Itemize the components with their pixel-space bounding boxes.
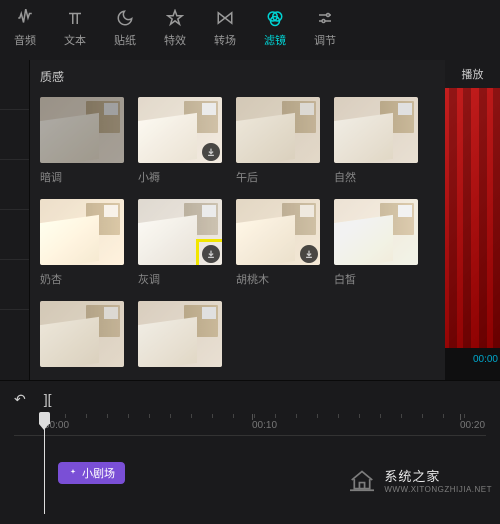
tab-stickers[interactable]: 贴纸 [100, 4, 150, 52]
filter-item [138, 301, 222, 373]
filter-item [40, 301, 124, 373]
clip-label: 小剧场 [82, 465, 115, 481]
filter-thumbnail[interactable] [40, 97, 124, 163]
filter-thumbnail[interactable] [40, 301, 124, 367]
main-area: 质感 暗调小褥午后自然奶杏灰调胡桃木白皙 播放 00:00 [0, 60, 500, 380]
filter-thumbnail[interactable] [334, 97, 418, 163]
sliders-icon [315, 8, 335, 28]
ruler-tick: 00:10 [252, 420, 277, 431]
filter-item: 胡桃木 [236, 199, 320, 287]
tab-effects[interactable]: 特效 [150, 4, 200, 52]
filter-item: 小褥 [138, 97, 222, 185]
waveform-icon [15, 8, 35, 28]
filter-label: 午后 [236, 169, 320, 185]
filter-item: 灰调 [138, 199, 222, 287]
bowtie-icon [215, 8, 235, 28]
playhead[interactable] [44, 414, 45, 514]
filter-grid: 暗调小褥午后自然奶杏灰调胡桃木白皙 [40, 97, 435, 373]
filter-label: 小褥 [138, 169, 222, 185]
filter-thumbnail[interactable] [334, 199, 418, 265]
filter-thumbnail[interactable] [236, 97, 320, 163]
filter-panel: 质感 暗调小褥午后自然奶杏灰调胡桃木白皙 [30, 60, 445, 380]
filter-label: 暗调 [40, 169, 124, 185]
star-icon [165, 8, 185, 28]
filter-label: 胡桃木 [236, 271, 320, 287]
filter-label: 自然 [334, 169, 418, 185]
tab-audio[interactable]: 音频 [0, 4, 50, 52]
tab-transitions[interactable]: 转场 [200, 4, 250, 52]
tab-text[interactable]: 文本 [50, 4, 100, 52]
preview-pane: 播放 00:00 [445, 60, 500, 380]
watermark-url: WWW.XITONGZHIJIA.NET [384, 485, 492, 494]
filter-label: 灰调 [138, 271, 222, 287]
preview-time: 00:00 [445, 348, 500, 371]
filter-item: 奶杏 [40, 199, 124, 287]
filter-thumbnail[interactable] [138, 199, 222, 265]
undo-button[interactable]: ↶ [14, 391, 26, 408]
tab-adjust[interactable]: 调节 [300, 4, 350, 52]
preview-video[interactable] [445, 88, 500, 348]
timeline-ruler[interactable]: 00:00 00:10 00:20 [14, 414, 486, 436]
download-icon[interactable] [202, 245, 220, 263]
moon-icon [115, 8, 135, 28]
filter-label: 奶杏 [40, 271, 124, 287]
split-button[interactable]: ]​[ [44, 391, 52, 408]
filter-item: 白皙 [334, 199, 418, 287]
timeline-controls: ↶ ]​[ [0, 380, 500, 414]
category-tabs: 音频 文本 贴纸 特效 转场 滤镜 调节 [0, 0, 500, 60]
filter-item: 暗调 [40, 97, 124, 185]
ruler-tick: 00:20 [460, 420, 485, 431]
preview-header: 播放 [445, 60, 500, 88]
tab-filters[interactable]: 滤镜 [250, 4, 300, 52]
filter-label: 白皙 [334, 271, 418, 287]
filter-thumbnail[interactable] [236, 199, 320, 265]
clip[interactable]: 小剧场 [58, 462, 125, 484]
watermark: 系统之家 WWW.XITONGZHIJIA.NET [348, 466, 492, 494]
left-sidebar [0, 60, 30, 380]
watermark-title: 系统之家 [384, 466, 492, 485]
track: 小剧场 [58, 462, 125, 484]
venn-icon [265, 8, 285, 28]
sparkle-icon [68, 468, 78, 478]
filter-thumbnail[interactable] [138, 97, 222, 163]
filter-thumbnail[interactable] [40, 199, 124, 265]
filter-item: 午后 [236, 97, 320, 185]
download-icon[interactable] [300, 245, 318, 263]
filter-item: 自然 [334, 97, 418, 185]
filter-thumbnail[interactable] [138, 301, 222, 367]
download-icon[interactable] [202, 143, 220, 161]
text-icon [65, 8, 85, 28]
section-title: 质感 [40, 68, 435, 85]
house-icon [348, 468, 376, 492]
